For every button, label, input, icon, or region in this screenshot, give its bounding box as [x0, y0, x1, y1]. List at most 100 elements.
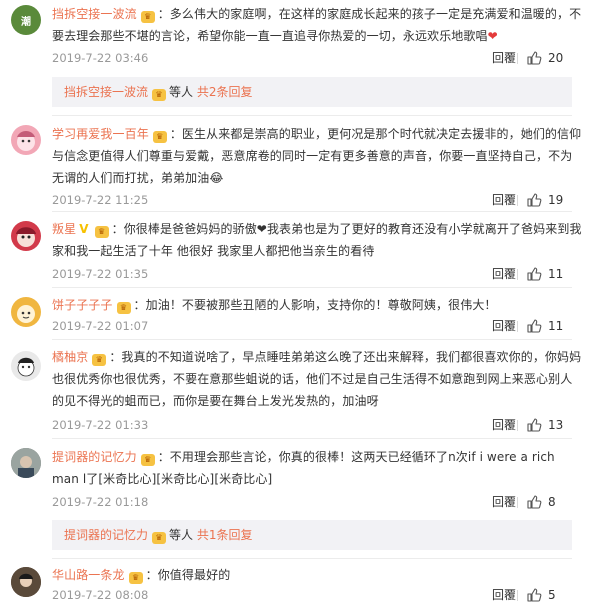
divider — [517, 53, 518, 64]
reply-button[interactable]: 回覆 — [492, 494, 516, 510]
username-link[interactable]: 挡拆空接一波流 — [52, 7, 137, 21]
sub-reply-count-link[interactable]: 共1条回复 — [197, 528, 253, 542]
reply-button[interactable]: 回覆 — [492, 50, 516, 66]
divider — [517, 195, 518, 206]
avatar[interactable] — [11, 351, 41, 381]
member-badge-icon: ♛ — [152, 89, 167, 101]
comment-text-block: 学习再爱我一百年 ♛ ：医生从来都是崇高的职业，更何况是那个时代就决定去援非的，她们… — [52, 123, 582, 189]
avatar-face-icon — [17, 357, 35, 377]
username-link[interactable]: 提词器的记忆力 — [52, 450, 137, 464]
avatar[interactable] — [11, 448, 41, 478]
heart-icon: ❤ — [487, 29, 498, 43]
comment-time: 2019-7-22 01:33 — [52, 418, 149, 432]
avatar[interactable] — [11, 221, 41, 251]
thumbs-up-icon — [527, 418, 542, 432]
comment-time: 2019-7-22 01:35 — [52, 267, 149, 281]
comment-meta: 2019-7-22 11:25 回覆 19 — [52, 192, 572, 208]
like-button[interactable]: 11 — [517, 318, 572, 334]
member-badge-icon: ♛ — [94, 226, 109, 238]
member-badge-icon: ♛ — [116, 302, 131, 314]
thumbs-up-icon — [527, 495, 542, 509]
avatar[interactable] — [11, 125, 41, 155]
avatar-face-icon — [11, 567, 41, 597]
like-button[interactable]: 11 — [517, 266, 572, 282]
verified-v-icon: V — [79, 222, 89, 236]
reply-button[interactable]: 回覆 — [492, 417, 516, 433]
username-link[interactable]: 叛星 — [52, 222, 76, 236]
divider — [52, 339, 572, 340]
comment-body: ：你很棒是爸爸妈妈的骄傲❤我表弟也是为了更好的教育还没有小学就离开了爸妈来到我家… — [52, 222, 582, 258]
sub-reply-link[interactable]: 提词器的记忆力 ♛ 等人 共1条回复 — [52, 520, 572, 550]
comment-body: ：你值得最好的 — [145, 568, 231, 582]
comment-text-block: 挡拆空接一波流 ♛ ：多么伟大的家庭啊，在这样的家庭成长起来的孩子一定是充满爱和温暖… — [52, 3, 582, 47]
like-count: 8 — [548, 495, 556, 509]
member-badge-icon: ♛ — [152, 532, 167, 544]
comment-meta: 2019-7-22 08:08 回覆 5 — [52, 587, 572, 603]
comment-text-block: 叛星 V ♛ ：你很棒是爸爸妈妈的骄傲❤我表弟也是为了更好的教育还没有小学就离开了爸妈… — [52, 218, 582, 262]
sub-reply-count-link[interactable]: 共2条回复 — [197, 85, 253, 99]
like-count: 11 — [548, 267, 564, 281]
comment-text-block: 华山路一条龙 ♛ ：你值得最好的 — [52, 564, 582, 586]
avatar-face-icon — [17, 131, 35, 151]
sub-reply-username[interactable]: 挡拆空接一波流 — [64, 85, 148, 99]
username-link[interactable]: 饼子子子子 — [52, 298, 113, 312]
divider — [52, 287, 572, 288]
comment-text-block: 橘柚京 ♛ ：我真的不知道说啥了，早点睡哇弟弟这么晚了还出来解释，我们都很喜欢你的，… — [52, 346, 582, 412]
sub-reply-link[interactable]: 挡拆空接一波流 ♛ 等人 共2条回复 — [52, 77, 572, 107]
comment-meta: 2019-7-22 01:35 回覆 11 — [52, 266, 572, 282]
comment-body: ：加油！不要被那些丑陋的人影响，支持你的！尊敬阿姨，很伟大！ — [133, 298, 497, 312]
comment-meta: 2019-7-22 01:33 回覆 13 — [52, 417, 572, 433]
member-badge-icon: ♛ — [140, 454, 155, 466]
like-button[interactable]: 5 — [517, 587, 572, 603]
avatar-face-icon — [17, 305, 35, 323]
like-count: 5 — [548, 588, 556, 602]
reply-button[interactable]: 回覆 — [492, 192, 516, 208]
divider — [517, 590, 518, 601]
divider — [52, 115, 572, 116]
like-count: 20 — [548, 51, 564, 65]
emoji-icon: 😂 — [209, 171, 224, 185]
like-button[interactable]: 19 — [517, 192, 572, 208]
username-link[interactable]: 橘柚京 — [52, 350, 88, 364]
divider — [52, 438, 572, 439]
username-link[interactable]: 华山路一条龙 — [52, 568, 125, 582]
divider — [52, 211, 572, 212]
divider — [517, 420, 518, 431]
thumbs-up-icon — [527, 51, 542, 65]
reply-button[interactable]: 回覆 — [492, 266, 516, 282]
member-badge-icon: ♛ — [92, 354, 107, 366]
like-button[interactable]: 13 — [517, 417, 572, 433]
avatar[interactable] — [11, 567, 41, 597]
thumbs-up-icon — [527, 588, 542, 602]
comment-meta: 2019-7-22 01:18 回覆 8 — [52, 494, 572, 510]
comment-text-block: 提词器的记忆力 ♛ ：不用理会那些言论，你真的很棒！这两天已经循环了n次if i w… — [52, 446, 582, 490]
avatar[interactable] — [11, 297, 41, 327]
divider — [517, 321, 518, 332]
like-count: 11 — [548, 319, 564, 333]
avatar-face-icon — [11, 448, 41, 478]
reply-button[interactable]: 回覆 — [492, 318, 516, 334]
sub-reply-username[interactable]: 提词器的记忆力 — [64, 528, 148, 542]
thumbs-up-icon — [527, 319, 542, 333]
avatar[interactable]: 潮 — [11, 5, 41, 35]
sub-reply-middle: 等人 — [169, 528, 194, 542]
comment-time: 2019-7-22 03:46 — [52, 51, 149, 65]
member-badge-icon: ♛ — [152, 131, 167, 143]
divider — [517, 269, 518, 280]
divider — [52, 558, 572, 559]
like-count: 19 — [548, 193, 564, 207]
avatar-face-icon — [16, 227, 36, 247]
like-button[interactable]: 8 — [517, 494, 572, 510]
reply-button[interactable]: 回覆 — [492, 587, 516, 603]
comment-text-block: 饼子子子子 ♛ ：加油！不要被那些丑陋的人影响，支持你的！尊敬阿姨，很伟大！ — [52, 294, 582, 316]
like-count: 13 — [548, 418, 564, 432]
comment-meta: 2019-7-22 03:46 回覆 20 — [52, 50, 572, 66]
comment-meta: 2019-7-22 01:07 回覆 11 — [52, 318, 572, 334]
like-button[interactable]: 20 — [517, 50, 572, 66]
comment-body: ：我真的不知道说啥了，早点睡哇弟弟这么晚了还出来解释，我们都很喜欢你的，你妈妈也… — [52, 350, 582, 408]
username-link[interactable]: 学习再爱我一百年 — [52, 127, 149, 141]
comment-time: 2019-7-22 08:08 — [52, 588, 149, 602]
member-badge-icon: ♛ — [128, 572, 143, 584]
comment-time: 2019-7-22 01:07 — [52, 319, 149, 333]
comment-time: 2019-7-22 11:25 — [52, 193, 149, 207]
